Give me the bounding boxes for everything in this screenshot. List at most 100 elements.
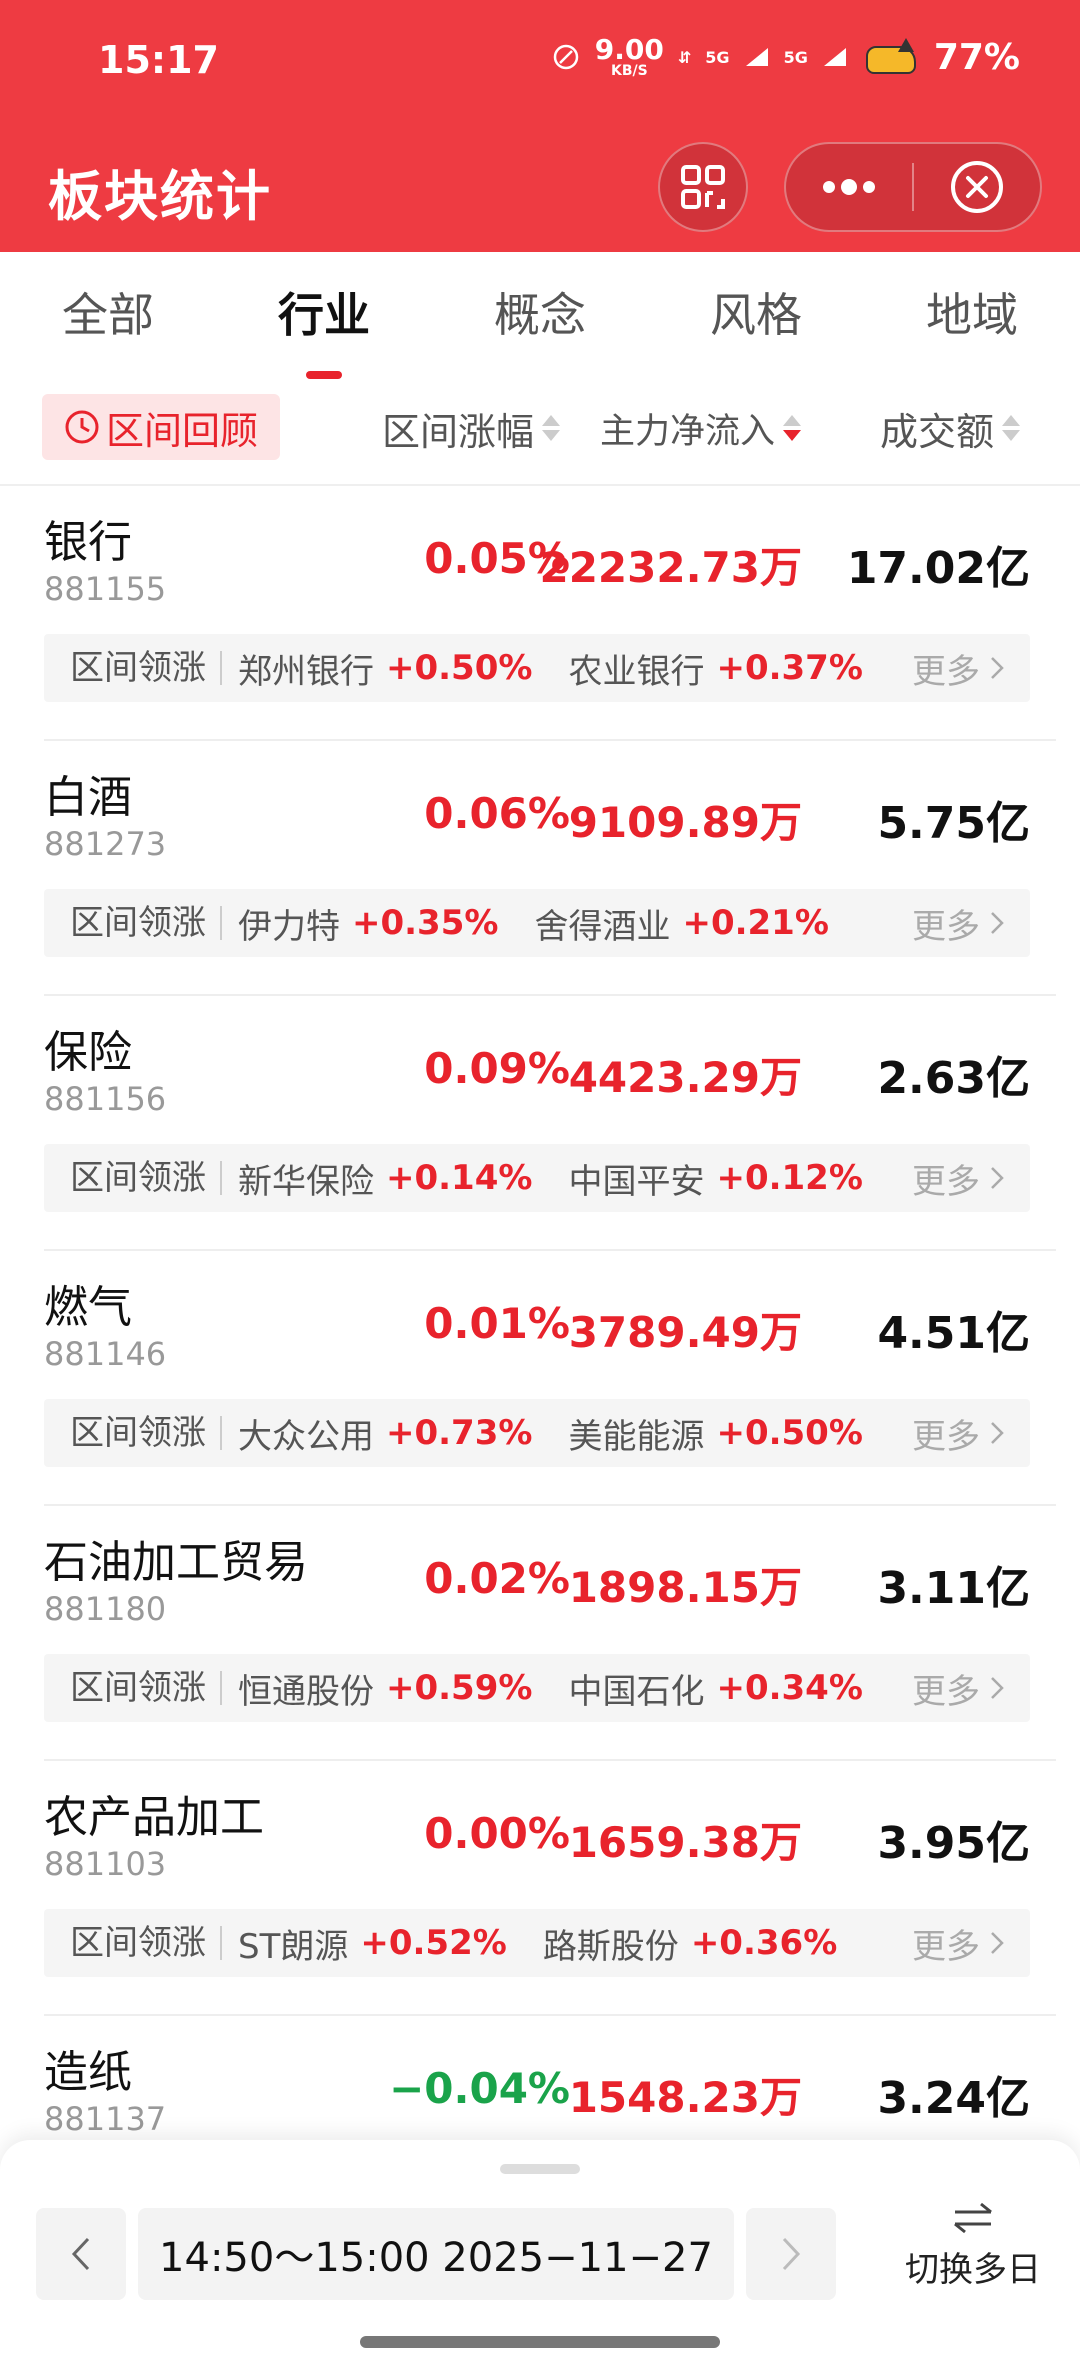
- sector-name: 燃气: [44, 1282, 132, 1333]
- leader-gain-2: +0.34%: [716, 1668, 863, 1708]
- sector-turnover: 2.63亿: [877, 1053, 1030, 1104]
- leader-bar[interactable]: 区间领涨 新华保险 +0.14% 中国平安 +0.12% 更多: [44, 1144, 1030, 1212]
- sector-name: 白酒: [44, 772, 132, 823]
- status-time: 15:17: [98, 38, 219, 82]
- sector-turnover: 3.11亿: [877, 1563, 1030, 1614]
- chevron-right-icon: [991, 657, 1004, 679]
- chevron-left-icon: [71, 2237, 90, 2271]
- drag-handle[interactable]: [500, 2164, 580, 2174]
- leader-bar[interactable]: 区间领涨 伊力特 +0.35% 舍得酒业 +0.21% 更多: [44, 889, 1030, 957]
- chevron-right-icon: [991, 912, 1004, 934]
- turnover-sort[interactable]: 成交额: [880, 388, 1021, 468]
- sector-row[interactable]: 白酒 881273 0.06% 9109.89万 5.75亿 区间领涨 伊力特 …: [0, 741, 1080, 996]
- close-button[interactable]: [914, 144, 1040, 230]
- turnover-label: 成交额: [880, 409, 995, 454]
- range-change-sort[interactable]: 区间涨幅: [382, 388, 561, 468]
- tab-all[interactable]: 全部: [42, 279, 174, 345]
- sector-list: 银行 881155 0.05% 22232.73万 17.02亿 区间领涨 郑州…: [0, 486, 1080, 2271]
- home-indicator[interactable]: [360, 2336, 720, 2348]
- sector-code: 881103: [44, 1845, 167, 1883]
- more-link[interactable]: 更多: [912, 1919, 1004, 1968]
- sector-turnover: 5.75亿: [877, 798, 1030, 849]
- network-5g-label-2: 5G: [783, 47, 808, 67]
- leader-label: 区间领涨: [70, 906, 222, 940]
- sector-change: 0.09%: [424, 1044, 570, 1093]
- clock-icon: [65, 410, 99, 444]
- sector-code: 881146: [44, 1335, 167, 1373]
- sort-arrows-icon: [542, 415, 561, 441]
- date-range-display[interactable]: 14:50～15:00 2025−11−27: [138, 2208, 734, 2300]
- column-header: 区间回顾 区间涨幅 主力净流入 成交额: [0, 388, 1080, 468]
- leader-gain-1: +0.14%: [386, 1158, 533, 1198]
- next-period-button[interactable]: [746, 2208, 836, 2300]
- signal-icon-2: [823, 48, 846, 66]
- more-link[interactable]: 更多: [912, 1664, 1004, 1713]
- leader-gain-2: +0.37%: [716, 648, 863, 688]
- sort-desc-icon: [783, 415, 802, 441]
- close-circle-icon: [950, 161, 1003, 213]
- switch-multi-day-button[interactable]: 切换多日: [888, 2200, 1058, 2320]
- network-speed: 9.00 KB/S: [594, 33, 664, 79]
- chevron-right-icon: [782, 2237, 801, 2271]
- sector-inflow: 1659.38万: [568, 1818, 802, 1867]
- leader-gain-1: +0.59%: [386, 1668, 533, 1708]
- network-5g-label-1: 5G: [705, 47, 730, 67]
- prev-period-button[interactable]: [36, 2208, 126, 2300]
- leader-stock-2: 舍得酒业: [534, 906, 671, 947]
- sector-name: 石油加工贸易: [44, 1537, 308, 1588]
- sector-turnover: 17.02亿: [846, 543, 1030, 594]
- sector-name: 保险: [44, 1027, 132, 1078]
- mini-program-capsule: [784, 142, 1042, 232]
- leader-gain-1: +0.50%: [386, 648, 533, 688]
- leader-label: 区间领涨: [70, 1671, 222, 1705]
- chevron-right-icon: [991, 1422, 1004, 1444]
- leader-stock-1: 新华保险: [238, 1161, 374, 1202]
- switch-multi-day-label: 切换多日: [905, 2250, 1041, 2290]
- leader-bar[interactable]: 区间领涨 恒通股份 +0.59% 中国石化 +0.34% 更多: [44, 1654, 1030, 1722]
- leader-stock-1: 郑州银行: [238, 651, 374, 692]
- scan-qr-button[interactable]: [658, 142, 748, 232]
- sector-row[interactable]: 燃气 881146 0.01% 3789.49万 4.51亿 区间领涨 大众公用…: [0, 1251, 1080, 1506]
- main-inflow-sort[interactable]: 主力净流入: [600, 388, 802, 468]
- battery-level: 77%: [933, 36, 1020, 78]
- tab-concept[interactable]: 概念: [474, 279, 606, 345]
- tab-style[interactable]: 风格: [690, 279, 822, 345]
- updown-arrow-icon: ⇵: [677, 47, 692, 67]
- more-link[interactable]: 更多: [912, 1154, 1004, 1203]
- chevron-right-icon: [991, 1677, 1004, 1699]
- leader-gain-2: +0.36%: [690, 1923, 838, 1963]
- sector-name: 农产品加工: [44, 1792, 264, 1843]
- sector-change: 0.00%: [424, 1809, 570, 1858]
- sector-turnover: 4.51亿: [877, 1308, 1030, 1359]
- sector-inflow: 22232.73万: [539, 543, 802, 592]
- sector-inflow: 1548.23万: [568, 2073, 802, 2122]
- tab-industry[interactable]: 行业: [258, 279, 390, 379]
- more-link[interactable]: 更多: [912, 1409, 1004, 1458]
- sector-change: 0.01%: [424, 1299, 570, 1348]
- sector-row[interactable]: 农产品加工 881103 0.00% 1659.38万 3.95亿 区间领涨 S…: [0, 1761, 1080, 2016]
- leader-stock-1: ST朗源: [238, 1926, 349, 1967]
- sector-row[interactable]: 银行 881155 0.05% 22232.73万 17.02亿 区间领涨 郑州…: [0, 486, 1080, 741]
- tab-region[interactable]: 地域: [906, 279, 1038, 345]
- leader-bar[interactable]: 区间领涨 大众公用 +0.73% 美能能源 +0.50% 更多: [44, 1399, 1030, 1467]
- range-review-button[interactable]: 区间回顾: [42, 394, 280, 460]
- leader-bar[interactable]: 区间领涨 郑州银行 +0.50% 农业银行 +0.37% 更多: [44, 634, 1030, 702]
- main-inflow-label: 主力净流入: [600, 411, 776, 452]
- leader-gain-2: +0.50%: [716, 1413, 863, 1453]
- sector-row[interactable]: 石油加工贸易 881180 0.02% 1898.15万 3.11亿 区间领涨 …: [0, 1506, 1080, 1761]
- leader-stock-1: 伊力特: [238, 906, 340, 947]
- more-link[interactable]: 更多: [912, 644, 1004, 693]
- leader-label: 区间领涨: [70, 1416, 222, 1450]
- sector-row[interactable]: 保险 881156 0.09% 4423.29万 2.63亿 区间领涨 新华保险…: [0, 996, 1080, 1251]
- sector-code: 881180: [44, 1590, 167, 1628]
- leader-stock-2: 美能能源: [568, 1416, 705, 1457]
- sector-inflow: 3789.49万: [568, 1308, 802, 1357]
- data-saver-icon: [553, 44, 579, 70]
- chevron-right-icon: [991, 1167, 1004, 1189]
- leader-stock-1: 恒通股份: [238, 1671, 374, 1712]
- more-link[interactable]: 更多: [912, 899, 1004, 948]
- leader-bar[interactable]: 区间领涨 ST朗源 +0.52% 路斯股份 +0.36% 更多: [44, 1909, 1030, 1977]
- more-button[interactable]: [786, 144, 912, 230]
- leader-stock-2: 中国石化: [568, 1671, 705, 1712]
- sector-name: 造纸: [44, 2047, 132, 2098]
